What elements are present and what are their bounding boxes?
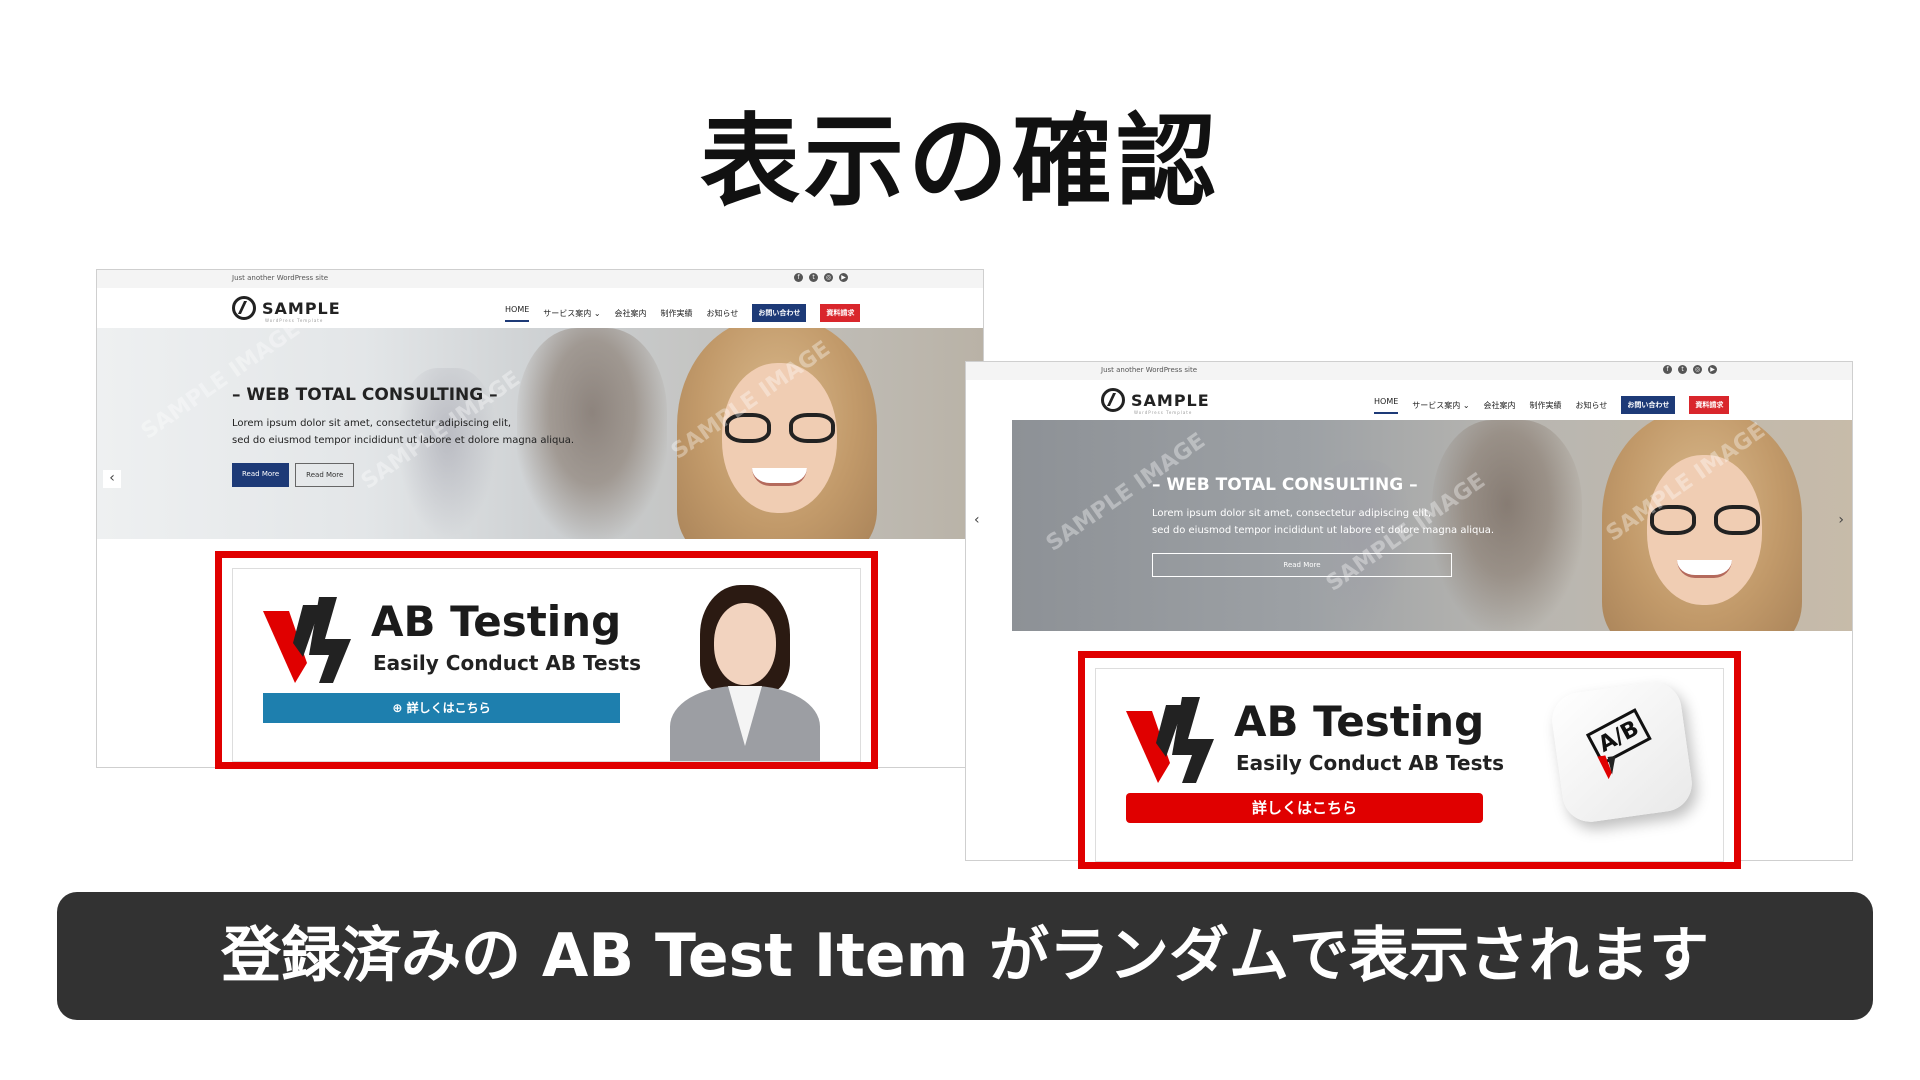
hero-title: – WEB TOTAL CONSULTING – [232,385,498,405]
chevron-left-icon[interactable]: ‹ [974,512,980,528]
read-more-secondary-button[interactable]: Read More [295,463,355,487]
site-tagline: Just another WordPress site [1101,366,1198,374]
request-button[interactable]: 資料請求 [820,304,861,322]
hero-title: – WEB TOTAL CONSULTING – [1152,475,1418,495]
banner-subtitle: Easily Conduct AB Tests [373,651,641,675]
check-icon [1597,755,1616,780]
site-nav: HOME サービス案内 ⌄ 会社案内 制作実績 お知らせ お問い合わせ 資料請求 [1374,396,1730,414]
hero-body-line: Lorem ipsum dolor sit amet, consectetur … [232,418,512,429]
site-nav: HOME サービス案内 ⌄ 会社案内 制作実績 お知らせ お問い合わせ 資料請求 [505,304,861,322]
nav-company[interactable]: 会社案内 [1484,400,1516,411]
nav-home[interactable]: HOME [1374,397,1399,414]
site-logo[interactable]: SAMPLE [1101,388,1210,412]
banner-subtitle: Easily Conduct AB Tests [1236,751,1504,775]
twitter-icon[interactable]: t [1678,365,1687,374]
hero-content: – WEB TOTAL CONSULTING – Lorem ipsum dol… [1152,475,1494,577]
nav-company[interactable]: 会社案内 [615,308,647,319]
instagram-icon[interactable]: ◎ [824,273,833,282]
ab-banner-variant-a[interactable]: AB Testing Easily Conduct AB Tests ⊕ 詳しく… [232,568,861,762]
youtube-icon[interactable]: ▶ [839,273,848,282]
logo-subtext: WordPress Template [1134,410,1193,415]
nav-services[interactable]: サービス案内 ⌄ [543,308,600,319]
page-title: 表示の確認 [700,103,1220,220]
caption-bar: 登録済みの AB Test Item がランダムで表示されます [57,892,1873,1020]
chevron-right-icon[interactable]: › [1838,512,1844,528]
hero-body: Lorem ipsum dolor sit amet, consectetur … [232,415,574,449]
logo-icon [232,296,256,320]
ab-logo-icon [263,597,351,683]
nav-news[interactable]: お知らせ [707,308,739,319]
nav-news[interactable]: お知らせ [1576,400,1608,411]
ab-logo-icon [1126,697,1214,783]
contact-button[interactable]: お問い合わせ [1621,396,1676,414]
hero-body: Lorem ipsum dolor sit amet, consectetur … [1152,505,1494,539]
instagram-icon[interactable]: ◎ [1693,365,1702,374]
logo-subtext: WordPress Template [265,318,324,323]
nav-home[interactable]: HOME [505,305,530,322]
businesswoman-image [660,581,830,761]
hero-body-line: sed do eiusmod tempor incididunt ut labo… [1152,525,1495,536]
hero-woman-image [647,328,907,539]
read-more-button[interactable]: Read More [1152,553,1452,577]
hero-content: – WEB TOTAL CONSULTING – Lorem ipsum dol… [232,385,574,487]
read-more-button[interactable]: Read More [232,463,290,487]
facebook-icon[interactable]: f [794,273,803,282]
nav-works[interactable]: 制作実績 [1530,400,1562,411]
social-links: f t ◎ ▶ [794,273,848,282]
twitter-icon[interactable]: t [809,273,818,282]
site-header: SAMPLE WordPress Template HOME サービス案内 ⌄ … [966,380,1852,420]
highlight-frame-left: AB Testing Easily Conduct AB Tests ⊕ 詳しく… [215,551,878,769]
contact-button[interactable]: お問い合わせ [752,304,807,322]
chevron-left-icon[interactable]: ‹ [103,470,121,488]
site-tagline: Just another WordPress site [232,274,329,282]
details-button[interactable]: 詳しくはこちら [1126,793,1483,823]
logo-text: SAMPLE [262,298,341,318]
hero-slider: SAMPLE IMAGE SAMPLE IMAGE SAMPLE IMAGE –… [1012,420,1852,631]
logo-icon [1101,388,1125,412]
ab-key-icon: A/B [1548,678,1696,826]
social-links: f t ◎ ▶ [1663,365,1717,374]
site-topbar: Just another WordPress site f t ◎ ▶ [966,362,1852,380]
nav-services[interactable]: サービス案内 ⌄ [1412,400,1469,411]
hero-body-line: Lorem ipsum dolor sit amet, consectetur … [1152,508,1432,519]
site-topbar: Just another WordPress site f t ◎ ▶ [97,270,983,288]
nav-works[interactable]: 制作実績 [661,308,693,319]
hero-slider: SAMPLE IMAGE SAMPLE IMAGE SAMPLE IMAGE –… [97,328,983,539]
facebook-icon[interactable]: f [1663,365,1672,374]
hero-woman-image [1572,420,1832,631]
request-button[interactable]: 資料請求 [1689,396,1730,414]
banner-title: AB Testing [371,597,622,646]
site-header: SAMPLE WordPress Template HOME サービス案内 ⌄ … [97,288,983,328]
youtube-icon[interactable]: ▶ [1708,365,1717,374]
site-logo[interactable]: SAMPLE [232,296,341,320]
banner-title: AB Testing [1234,697,1485,746]
logo-text: SAMPLE [1131,390,1210,410]
details-button[interactable]: ⊕ 詳しくはこちら [263,693,620,723]
key-label: A/B [1585,708,1652,766]
hero-body-line: sed do eiusmod tempor incididunt ut labo… [232,435,575,446]
highlight-frame-right: AB Testing Easily Conduct AB Tests 詳しくはこ… [1078,651,1741,869]
ab-banner-variant-b[interactable]: AB Testing Easily Conduct AB Tests 詳しくはこ… [1095,668,1724,862]
